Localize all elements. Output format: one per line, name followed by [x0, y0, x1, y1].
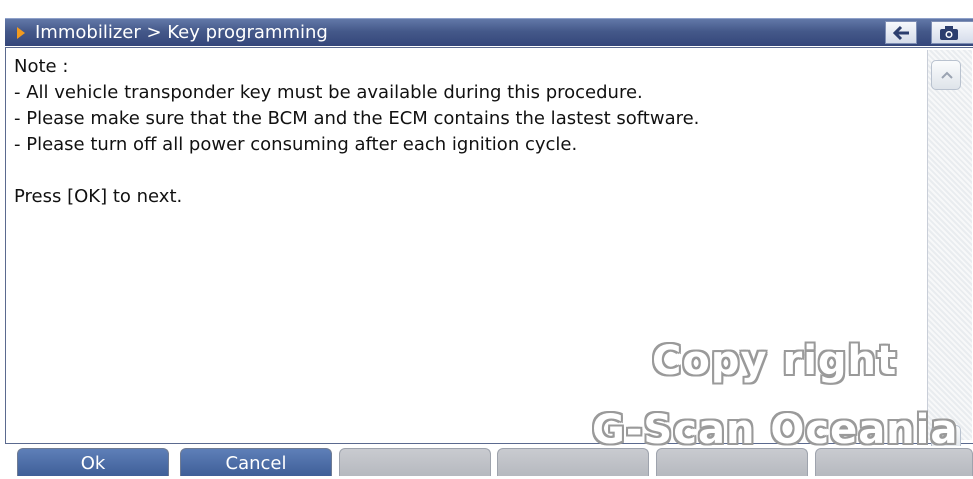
- cancel-button[interactable]: Cancel: [180, 448, 332, 476]
- camera-icon: [940, 26, 958, 40]
- function-button-3[interactable]: [339, 448, 491, 476]
- instruction-line: Press [OK] to next.: [14, 186, 183, 207]
- screenshot-button[interactable]: [931, 21, 973, 44]
- vertical-scrollbar[interactable]: [927, 50, 972, 455]
- note-line-1: - All vehicle transponder key must be av…: [14, 82, 643, 103]
- watermark-line-1: Copy right: [652, 338, 898, 384]
- chevron-up-icon: [941, 71, 953, 79]
- watermark-line-2: G-Scan Oceania: [592, 407, 959, 453]
- top-strip: [0, 0, 973, 18]
- note-line-3: - Please turn off all power consuming af…: [14, 134, 578, 155]
- orange-arrow-icon: [17, 27, 25, 39]
- back-arrow-icon: [893, 25, 909, 41]
- note-heading: Note :: [14, 56, 69, 77]
- title-bar: Immobilizer > Key programming: [5, 18, 973, 46]
- ok-button[interactable]: Ok: [17, 448, 169, 476]
- message-panel: Note : - All vehicle transponder key mus…: [5, 47, 973, 455]
- page-title: Immobilizer > Key programming: [35, 22, 328, 43]
- scroll-up-button[interactable]: [931, 60, 961, 90]
- back-button[interactable]: [885, 21, 917, 44]
- note-line-2: - Please make sure that the BCM and the …: [14, 108, 700, 129]
- message-text: Note : - All vehicle transponder key mus…: [14, 54, 924, 210]
